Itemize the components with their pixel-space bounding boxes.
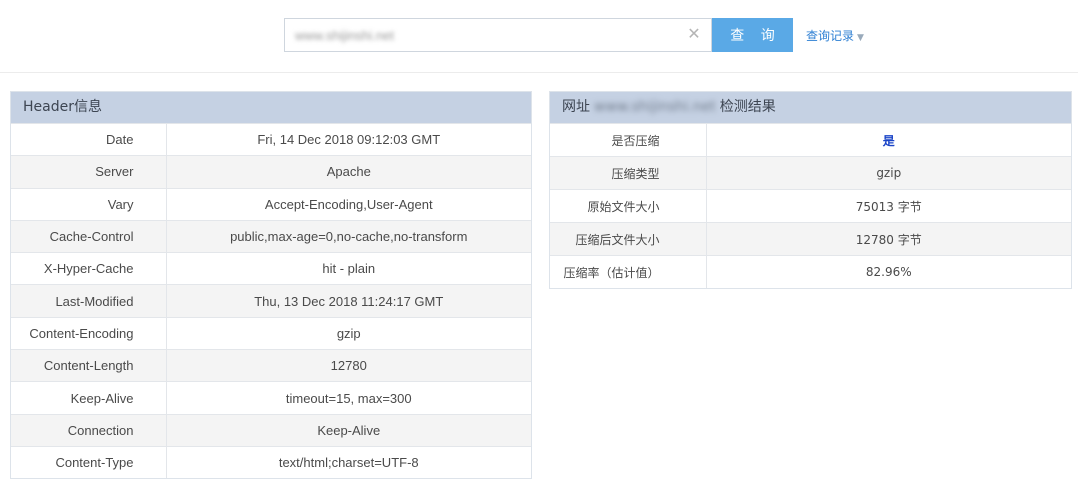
table-row: Content-Encoding gzip [11, 316, 531, 350]
result-key: 原始文件大小 [550, 189, 707, 223]
header-key: Cache-Control [11, 219, 167, 253]
query-history-label: 查询记录 [806, 29, 855, 43]
header-key: Content-Type [11, 445, 167, 479]
result-value: gzip [706, 156, 1071, 190]
table-row: 压缩后文件大小 12780 字节 [550, 222, 1071, 256]
header-key: Last-Modified [11, 284, 167, 318]
header-value: Fri, 14 Dec 2018 09:12:03 GMT [166, 122, 531, 156]
header-info-title: Header信息 [11, 92, 531, 123]
header-value: gzip [166, 316, 531, 350]
result-key: 是否压缩 [550, 123, 707, 157]
table-row: Last-Modified Thu, 13 Dec 2018 11:24:17 G… [11, 284, 531, 318]
table-row: Cache-Control public,max-age=0,no-cache,n… [11, 219, 531, 253]
result-table: 是否压缩是 压缩类型 gzip 原始文件大小 75013 字节 压缩后文件大小 127… [550, 123, 1071, 288]
header-key: Content-Encoding [11, 316, 167, 350]
result-value: 是 [706, 123, 1071, 157]
search-bar: ✕ 查 询 查询记录▼ [0, 0, 1078, 73]
result-value: 75013 字节 [706, 189, 1071, 223]
query-button[interactable]: 查 询 [712, 18, 793, 52]
header-key: Connection [11, 413, 167, 447]
result-title-suffix: 检测结果 [719, 99, 776, 115]
header-key: X-Hyper-Cache [11, 252, 167, 285]
header-value: Accept-Encoding,User-Agent [166, 187, 531, 221]
header-key: Server [11, 155, 167, 189]
header-value: public,max-age=0,no-cache,no-transform [166, 219, 531, 253]
search-box: ✕ [284, 18, 712, 52]
url-input[interactable] [285, 19, 675, 51]
table-row: Keep-Alive timeout=15, max=300 [11, 381, 531, 415]
table-row: 压缩类型 gzip [550, 156, 1071, 190]
result-title: 网址 www.shijinshi.net 检测结果 [550, 92, 1071, 123]
table-row: Vary Accept-Encoding,User-Agent [11, 187, 531, 221]
header-key: Content-Length [11, 349, 167, 382]
header-value: Keep-Alive [166, 413, 531, 447]
table-row: 原始文件大小 75013 字节 [550, 189, 1071, 223]
header-info-table: Date Fri, 14 Dec 2018 09:12:03 GMT Server… [11, 122, 531, 479]
result-title-url: www.shijinshi.net [594, 99, 716, 115]
header-value: Apache [166, 155, 531, 189]
result-key: 压缩后文件大小 [550, 222, 707, 256]
table-row: Content-Length 12780 [11, 349, 531, 382]
header-key: Date [11, 122, 167, 156]
result-value: 12780 字节 [706, 222, 1071, 256]
table-row: 是否压缩是 [550, 123, 1071, 157]
table-row: Server Apache [11, 155, 531, 189]
header-value: Thu, 13 Dec 2018 11:24:17 GMT [166, 284, 531, 318]
header-value: hit - plain [166, 252, 531, 285]
result-key: 压缩类型 [550, 156, 707, 190]
query-history-link[interactable]: 查询记录 ▼ [806, 27, 864, 44]
table-row: 压缩率（估计值） 82.96% [550, 255, 1071, 288]
table-row: Connection Keep-Alive [11, 413, 531, 447]
close-icon[interactable]: ✕ [685, 26, 703, 44]
header-value: timeout=15, max=300 [166, 381, 531, 415]
caret-down-icon: ▼ [857, 33, 864, 43]
result-key: 压缩率（估计值） [550, 255, 707, 288]
header-value: text/html;charset=UTF-8 [166, 445, 531, 479]
table-row: Date Fri, 14 Dec 2018 09:12:03 GMT [11, 122, 531, 156]
header-value: 12780 [166, 349, 531, 382]
result-panel: 网址 www.shijinshi.net 检测结果 是否压缩是 压缩类型 gzip 原… [549, 91, 1072, 289]
header-key: Keep-Alive [11, 381, 167, 415]
result-title-prefix: 网址 [562, 99, 590, 115]
table-row: X-Hyper-Cache hit - plain [11, 252, 531, 285]
result-value: 82.96% [706, 255, 1071, 288]
header-key: Vary [11, 187, 167, 221]
header-info-panel: Header信息 Date Fri, 14 Dec 2018 09:12:03 G… [10, 91, 532, 480]
table-row: Content-Type text/html;charset=UTF-8 [11, 445, 531, 479]
